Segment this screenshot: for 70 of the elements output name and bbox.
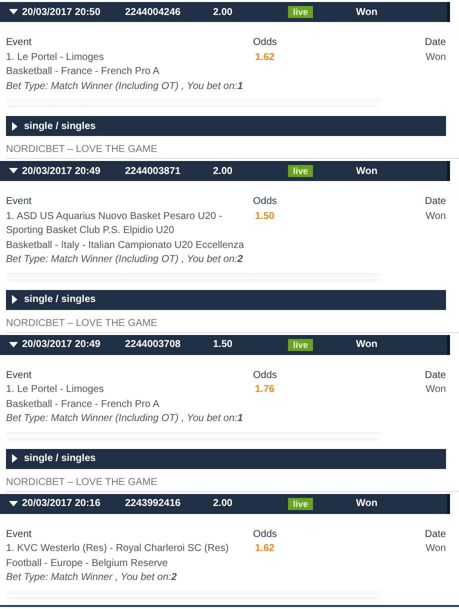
live-badge: live xyxy=(288,6,314,18)
bet-type: Bet Type: Match Winner (Including OT) , You bet on:1 xyxy=(6,80,243,94)
column-label: Date xyxy=(424,528,446,542)
event-name: 1. Le Portel - Limoges xyxy=(6,383,104,397)
bet-type: Bet Type: Match Winner (Including OT) , You bet on:1 xyxy=(6,412,243,426)
live-badge: live xyxy=(288,338,314,350)
bet-header-bar[interactable]: 20/03/2017 20:50 2244004246 2.00 live Won xyxy=(0,2,450,22)
bet-type: Bet Type: Match Winner (Including OT) , You bet on:2 xyxy=(6,253,243,267)
odds-value: 1.50 xyxy=(254,210,274,224)
column-label: Event xyxy=(6,195,32,209)
live-badge: live xyxy=(288,498,314,510)
brand-slogan: NORDICBET – LOVE THE GAME xyxy=(6,144,459,159)
caret-down-icon[interactable] xyxy=(9,168,18,174)
group-bar[interactable]: single / singles xyxy=(6,290,446,310)
bet-id: 2244003708 xyxy=(125,339,182,350)
odds-value: 1.62 xyxy=(254,542,274,556)
brand-slogan: NORDICBET – LOVE THE GAME xyxy=(6,476,459,492)
bet-type: Bet Type: Match Winner , You bet on:2 xyxy=(6,571,177,585)
column-label: Date xyxy=(424,368,446,382)
column-label: Odds xyxy=(253,368,277,382)
bet-date: 20/03/2017 20:50 xyxy=(22,6,102,18)
event-name: Sporting Basket Club P.S. Elpidio U20 xyxy=(6,224,174,238)
bet-stake: 1.50 xyxy=(213,339,234,350)
competition: Basketball - France - French Pro A xyxy=(6,65,160,79)
bet-status: Won xyxy=(356,498,378,509)
bet-header-bar[interactable]: 20/03/2017 20:49 2244003871 2.00 live Won xyxy=(0,161,450,181)
bet-date: 20/03/2017 20:16 xyxy=(22,498,102,509)
caret-down-icon[interactable] xyxy=(9,500,18,506)
bet-id: 2244004246 xyxy=(125,6,182,18)
bet-stake: 2.00 xyxy=(213,6,234,18)
competition: Football - Europe - Belgium Reserve xyxy=(6,556,168,570)
bet-stake: 2.00 xyxy=(213,498,234,509)
bet-status: Won xyxy=(356,166,378,176)
bet-date: 20/03/2017 20:49 xyxy=(22,339,102,350)
column-label: Odds xyxy=(253,36,277,50)
column-label: Date xyxy=(424,36,446,50)
bet-date: 20/03/2017 20:49 xyxy=(22,166,102,176)
column-label: Event xyxy=(6,528,32,542)
bet-header-bar[interactable]: 20/03/2017 20:49 2244003708 1.50 live Won xyxy=(0,334,450,354)
caret-right-icon[interactable] xyxy=(12,122,18,130)
competition: Basketball - Italy - Italian Campionato U20 Eccellenza xyxy=(6,238,244,252)
column-label: Date xyxy=(424,195,446,209)
bet-stake: 2.00 xyxy=(213,166,234,176)
odds-value: 1.76 xyxy=(254,383,274,397)
odds-value: 1.62 xyxy=(254,50,274,64)
competition: Basketball - France - French Pro A xyxy=(6,398,160,412)
caret-right-icon[interactable] xyxy=(12,454,18,463)
event-name: 1. KVC Westerlo (Res) - Royal Charleroi SC (Res) xyxy=(6,542,229,556)
bet-header-bar[interactable]: 20/03/2017 20:16 2243992416 2.00 live Won xyxy=(0,494,450,514)
live-badge: live xyxy=(288,165,314,177)
event-name: 1. ASD US Aquarius Nuovo Basket Pesaro U20 - xyxy=(6,210,222,224)
column-label: Odds xyxy=(253,195,277,209)
caret-down-icon[interactable] xyxy=(9,342,18,348)
bet-status: Won xyxy=(356,339,378,350)
column-label: Event xyxy=(6,368,32,382)
brand-slogan: NORDICBET – LOVE THE GAME xyxy=(6,318,459,332)
bet-id: 2244003871 xyxy=(125,166,182,176)
caret-right-icon[interactable] xyxy=(12,295,18,304)
bet-id: 2243992416 xyxy=(125,498,182,509)
group-bar[interactable]: single / singles xyxy=(6,116,446,136)
column-label: Event xyxy=(6,36,32,50)
event-name: 1. Le Portel - Limoges xyxy=(6,50,104,64)
result: Won xyxy=(426,50,446,64)
column-label: Odds xyxy=(253,528,277,542)
bet-status: Won xyxy=(356,6,378,18)
result: Won xyxy=(426,210,446,224)
caret-down-icon[interactable] xyxy=(9,9,18,15)
group-bar[interactable]: single / singles xyxy=(6,448,446,468)
result: Won xyxy=(426,542,446,556)
result: Won xyxy=(426,383,446,397)
